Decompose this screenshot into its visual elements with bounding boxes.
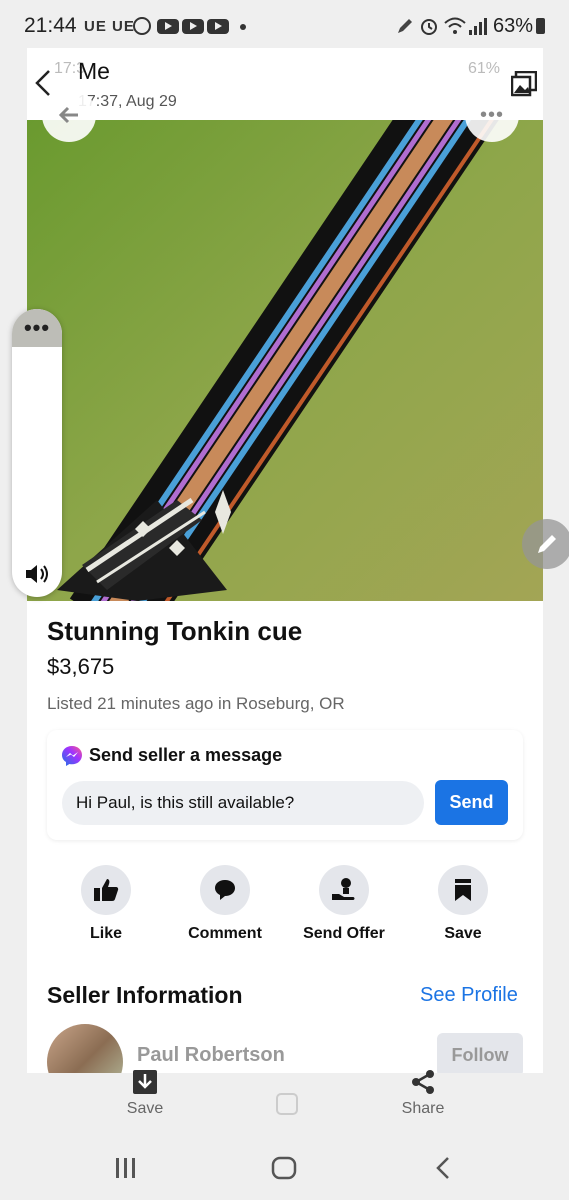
floating-side-panel[interactable]: ••• xyxy=(12,309,62,597)
send-offer-action[interactable]: Send Offer xyxy=(289,865,399,943)
battery-percentage: 63% xyxy=(492,15,533,37)
volume-icon[interactable] xyxy=(24,562,50,586)
carrier-label: UE UE xyxy=(84,18,135,35)
comment-icon xyxy=(200,865,250,915)
faded-home-icon xyxy=(276,1093,298,1115)
save-label: Save xyxy=(444,925,482,942)
youtube-icon xyxy=(182,19,204,34)
bottom-action-bar: Save Share xyxy=(0,1070,569,1131)
bookmark-icon xyxy=(438,865,488,915)
download-icon xyxy=(133,1070,157,1094)
listing-photo[interactable] xyxy=(27,120,543,601)
listing-price: $3,675 xyxy=(47,654,115,679)
bottom-save-label: Save xyxy=(126,1100,164,1117)
back-chevron-icon[interactable] xyxy=(33,68,53,98)
globe-icon xyxy=(133,17,151,35)
save-action[interactable]: Save xyxy=(408,865,518,943)
send-button[interactable]: Send xyxy=(435,780,508,825)
bottom-share-label: Share xyxy=(401,1100,445,1117)
signal-icon xyxy=(469,18,487,35)
pool-cue-image xyxy=(27,120,543,601)
like-label: Like xyxy=(89,925,122,942)
more-dots-icon: ••• xyxy=(479,103,504,126)
bottom-share-button[interactable]: Share xyxy=(393,1069,453,1118)
wifi-icon xyxy=(444,17,466,34)
status-time: 21:44 xyxy=(24,14,77,37)
bottom-save-button[interactable]: Save xyxy=(115,1069,175,1118)
ghost-battery: 61% xyxy=(468,60,501,77)
share-icon xyxy=(412,1070,434,1094)
gallery-icon[interactable] xyxy=(511,71,537,97)
battery-icon xyxy=(536,18,545,34)
chat-title: Me xyxy=(78,58,110,84)
listing-meta: Listed 21 minutes ago in Roseburg, OR xyxy=(47,694,345,713)
message-input[interactable] xyxy=(62,781,424,825)
thumbs-up-icon xyxy=(81,865,131,915)
back-arrow-icon xyxy=(58,106,78,124)
back-nav-icon[interactable] xyxy=(434,1156,452,1180)
youtube-icon xyxy=(207,19,229,34)
photo-back-button[interactable] xyxy=(42,88,96,142)
home-icon[interactable] xyxy=(271,1156,297,1180)
like-action[interactable]: Like xyxy=(51,865,161,943)
comment-label: Comment xyxy=(188,925,262,942)
message-heading: Send seller a message xyxy=(89,745,283,765)
pencil-status-icon xyxy=(398,19,412,33)
listing-title: Stunning Tonkin cue xyxy=(47,616,303,646)
youtube-icon xyxy=(157,19,179,34)
seller-info-heading: Seller Information xyxy=(47,982,243,1008)
seller-name[interactable]: Paul Robertson xyxy=(137,1044,285,1067)
photo-more-button[interactable]: ••• xyxy=(465,88,519,142)
send-offer-label: Send Offer xyxy=(303,925,385,942)
alarm-icon xyxy=(421,19,437,35)
comment-action[interactable]: Comment xyxy=(170,865,280,943)
recent-apps-icon[interactable] xyxy=(114,1157,138,1179)
see-profile-link[interactable]: See Profile xyxy=(420,984,518,1007)
system-nav-bar xyxy=(0,1131,569,1200)
send-offer-icon xyxy=(319,865,369,915)
messenger-icon xyxy=(62,746,82,766)
dot-icon xyxy=(240,24,246,30)
pencil-icon xyxy=(538,535,556,553)
edit-fab[interactable] xyxy=(522,519,569,569)
